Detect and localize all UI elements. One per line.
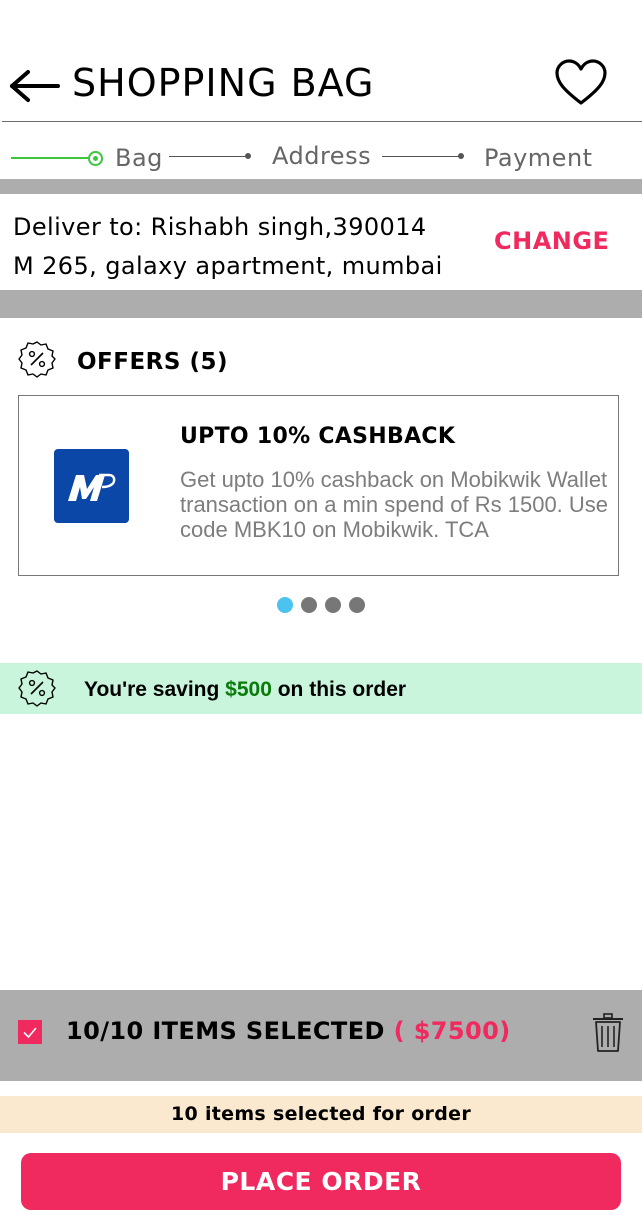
carousel-dot[interactable]	[349, 597, 365, 613]
place-order-button[interactable]: PLACE ORDER	[21, 1153, 621, 1210]
savings-text: You're saving $500 on this order	[84, 677, 406, 703]
section-separator	[0, 179, 642, 194]
savings-amount: $500	[225, 678, 272, 701]
checkmark-icon	[23, 1027, 37, 1039]
step-payment[interactable]: Payment	[484, 143, 593, 173]
carousel-dot-active[interactable]	[277, 597, 293, 613]
delivery-address: M 265, galaxy apartment, mumbai	[13, 252, 443, 280]
offer-heading: UPTO 10% CASHBACK	[180, 424, 456, 449]
items-selected-text: 10/10 ITEMS SELECTED ( $7500)	[66, 1014, 511, 1048]
offer-description: Get upto 10% cashback on Mobikwik Wallet…	[180, 467, 609, 542]
select-all-checkbox[interactable]	[18, 1020, 42, 1044]
items-selected-banner-text: 10 items selected for order	[171, 1103, 471, 1125]
step-bag[interactable]: Bag	[115, 143, 163, 173]
carousel-dot[interactable]	[301, 597, 317, 613]
back-button[interactable]	[8, 66, 62, 106]
heart-icon	[555, 59, 607, 105]
step-line-bag	[11, 157, 89, 159]
step-line-payment	[382, 156, 460, 157]
step-address[interactable]: Address	[272, 141, 371, 171]
change-address-button[interactable]: CHANGE	[494, 225, 609, 257]
header-divider	[2, 121, 642, 122]
mobikwik-logo	[54, 449, 129, 523]
trash-icon	[593, 1013, 623, 1052]
section-separator	[0, 290, 642, 318]
delete-button[interactable]	[590, 1012, 626, 1054]
savings-suffix: on this order	[271, 678, 407, 701]
step-dot-icon	[458, 153, 464, 159]
percent-badge-icon	[18, 669, 56, 707]
delivery-recipient: Deliver to: Rishabh singh,390014	[13, 213, 427, 241]
page-title: SHOPPING BAG	[72, 61, 375, 105]
carousel-dot[interactable]	[325, 597, 341, 613]
offers-title: OFFERS (5)	[77, 349, 228, 375]
savings-prefix: You're saving	[84, 678, 226, 701]
wishlist-button[interactable]	[554, 58, 608, 108]
items-selected-total: ( $7500)	[384, 1017, 511, 1045]
arrow-left-icon	[10, 70, 60, 102]
step-dot-icon	[245, 153, 251, 159]
step-line-address	[169, 156, 246, 157]
percent-badge-icon	[18, 340, 56, 378]
active-step-icon	[88, 151, 103, 166]
place-order-label: PLACE ORDER	[220, 1167, 422, 1196]
items-selected-label: 10/10 ITEMS SELECTED	[66, 1017, 385, 1045]
